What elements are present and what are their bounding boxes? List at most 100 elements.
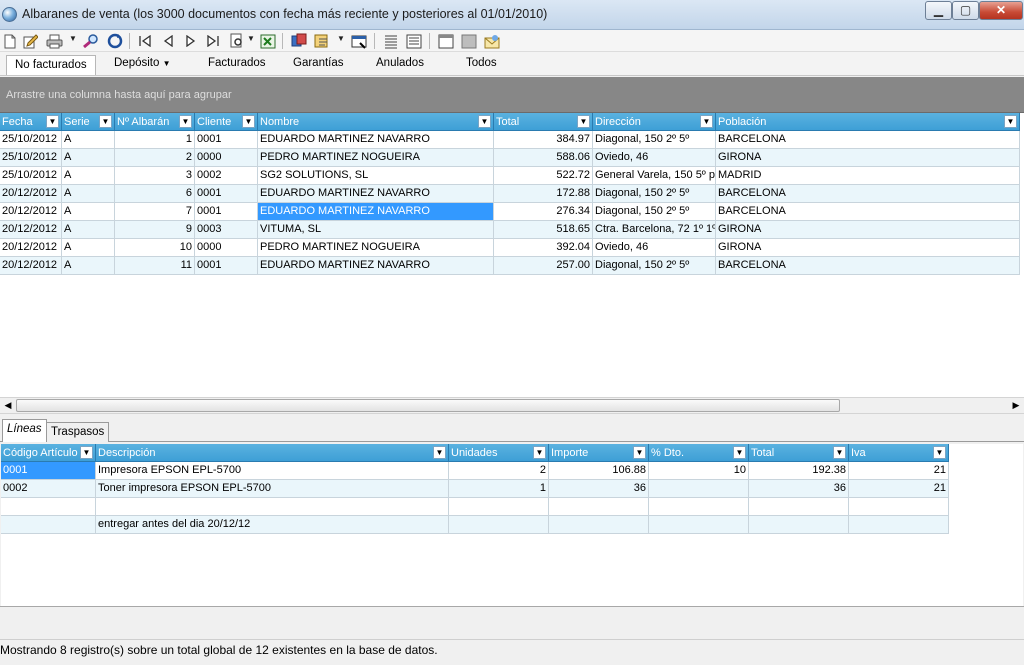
- main_grid-cell[interactable]: 0003: [195, 221, 258, 239]
- lines_grid-column-header[interactable]: Unidades ▼: [449, 444, 549, 462]
- lines_grid-column-header[interactable]: Total ▼: [749, 444, 849, 462]
- main_grid-cell[interactable]: 522.72: [494, 167, 593, 185]
- copy-icon[interactable]: [290, 32, 308, 50]
- next-record-icon[interactable]: [182, 32, 200, 50]
- main_grid-cell[interactable]: BARCELONA: [716, 203, 1020, 221]
- lines_grid-cell[interactable]: [549, 498, 649, 516]
- filter-dropdown-icon[interactable]: ▼: [933, 446, 946, 459]
- refresh-icon[interactable]: [106, 32, 124, 50]
- main_grid-cell[interactable]: A: [62, 149, 115, 167]
- main_grid-cell[interactable]: 518.65: [494, 221, 593, 239]
- lines_grid-cell[interactable]: [549, 516, 649, 534]
- lines_grid-cell[interactable]: 192.38: [749, 462, 849, 480]
- filter-dropdown-icon[interactable]: ▼: [242, 115, 255, 128]
- main_grid-cell[interactable]: 0002: [195, 167, 258, 185]
- main_grid-column-header[interactable]: Dirección ▼: [593, 113, 716, 131]
- lines_grid-column-header[interactable]: Importe ▼: [549, 444, 649, 462]
- lines_grid-cell[interactable]: [96, 498, 449, 516]
- first-record-icon[interactable]: [136, 32, 154, 50]
- tools-dropdown-icon[interactable]: ▼: [337, 34, 345, 43]
- main_grid-cell[interactable]: General Varela, 150 5º pl: [593, 167, 716, 185]
- new-document-icon[interactable]: [1, 32, 19, 50]
- main_grid-cell[interactable]: 0000: [195, 239, 258, 257]
- lines_grid-cell[interactable]: [649, 480, 749, 498]
- columns-icon[interactable]: [382, 32, 400, 50]
- filter-dropdown-icon[interactable]: ▼: [99, 115, 112, 128]
- main_grid-cell[interactable]: A: [62, 203, 115, 221]
- main_grid-column-header[interactable]: Nombre ▼: [258, 113, 494, 131]
- group-by-area[interactable]: Arrastre una columna hasta aquí para agr…: [0, 77, 1024, 113]
- main_grid-cell[interactable]: 588.06: [494, 149, 593, 167]
- main_grid-cell[interactable]: 0001: [195, 203, 258, 221]
- scroll-left-icon[interactable]: ◀: [0, 398, 16, 413]
- preview-icon[interactable]: [228, 32, 246, 50]
- list-icon[interactable]: [405, 32, 423, 50]
- filter-dropdown-icon[interactable]: ▼: [533, 446, 546, 459]
- main_grid-cell[interactable]: 25/10/2012: [0, 167, 62, 185]
- main_grid-cell[interactable]: Diagonal, 150 2º 5º: [593, 185, 716, 203]
- main_grid-cell[interactable]: VITUMA, SL: [258, 221, 494, 239]
- lines_grid-cell[interactable]: [449, 498, 549, 516]
- gray-box-icon[interactable]: [460, 32, 478, 50]
- lines_grid-cell[interactable]: Toner impresora EPSON EPL-5700: [96, 480, 449, 498]
- main_grid-cell[interactable]: Oviedo, 46: [593, 149, 716, 167]
- main_grid-cell[interactable]: Ctra. Barcelona, 72 1º 1º: [593, 221, 716, 239]
- main_grid-cell[interactable]: 6: [115, 185, 195, 203]
- main_grid-cell[interactable]: 10: [115, 239, 195, 257]
- lines_grid-cell[interactable]: [649, 498, 749, 516]
- tab-lineas[interactable]: Líneas: [2, 419, 47, 442]
- filter-dropdown-icon[interactable]: ▼: [46, 115, 59, 128]
- minimize-button[interactable]: ▁: [925, 1, 952, 20]
- lines_grid-cell[interactable]: [1, 498, 96, 516]
- filter-dropdown-icon[interactable]: ▼: [179, 115, 192, 128]
- lines_grid-cell[interactable]: [449, 516, 549, 534]
- print-dropdown-icon[interactable]: ▼: [69, 34, 77, 43]
- main_grid-cell[interactable]: A: [62, 185, 115, 203]
- filter-dropdown-icon[interactable]: ▼: [700, 115, 713, 128]
- main_grid-cell[interactable]: 20/12/2012: [0, 221, 62, 239]
- lines_grid-cell[interactable]: 2: [449, 462, 549, 480]
- main_grid-cell[interactable]: GIRONA: [716, 239, 1020, 257]
- tab-traspasos[interactable]: Traspasos: [46, 422, 110, 442]
- main_grid-cell[interactable]: 20/12/2012: [0, 203, 62, 221]
- filter-dropdown-icon[interactable]: ▼: [577, 115, 590, 128]
- main_grid-column-header[interactable]: Población ▼: [716, 113, 1020, 131]
- tab-facturados[interactable]: Facturados: [208, 57, 266, 69]
- lines_grid-cell[interactable]: [649, 516, 749, 534]
- main_grid-cell[interactable]: A: [62, 131, 115, 149]
- tab-anulados[interactable]: Anulados: [376, 57, 424, 69]
- lines_grid-cell[interactable]: 0002: [1, 480, 96, 498]
- main_grid-cell[interactable]: 3: [115, 167, 195, 185]
- tab-no-facturados[interactable]: No facturados: [6, 55, 96, 75]
- lines_grid-column-header[interactable]: Código Artículo ▼: [1, 444, 96, 462]
- filter-dropdown-icon[interactable]: ▼: [80, 446, 93, 459]
- main_grid-cell[interactable]: 257.00: [494, 257, 593, 275]
- lines_grid-cell[interactable]: [1, 516, 96, 534]
- filter-dropdown-icon[interactable]: ▼: [1004, 115, 1017, 128]
- main_grid-cell[interactable]: Diagonal, 150 2º 5º: [593, 131, 716, 149]
- main_grid-cell[interactable]: GIRONA: [716, 221, 1020, 239]
- lines_grid-cell[interactable]: 0001: [1, 462, 96, 480]
- main_grid-cell[interactable]: 20/12/2012: [0, 239, 62, 257]
- lines_grid-cell[interactable]: [849, 498, 949, 516]
- email-icon[interactable]: [483, 32, 501, 50]
- main_grid-cell[interactable]: BARCELONA: [716, 257, 1020, 275]
- maximize-button[interactable]: ▢: [952, 1, 979, 20]
- main_grid-cell[interactable]: A: [62, 239, 115, 257]
- scroll-thumb[interactable]: [16, 399, 840, 412]
- lines_grid-column-header[interactable]: % Dto. ▼: [649, 444, 749, 462]
- lines_grid-cell[interactable]: 21: [849, 480, 949, 498]
- tools-icon[interactable]: [313, 32, 331, 50]
- lines_grid-cell[interactable]: 36: [549, 480, 649, 498]
- close-button[interactable]: ✕: [979, 1, 1023, 20]
- lines_grid-cell[interactable]: 1: [449, 480, 549, 498]
- filter-dropdown-icon[interactable]: ▼: [633, 446, 646, 459]
- main_grid-cell[interactable]: EDUARDO MARTINEZ NAVARRO: [258, 203, 494, 221]
- tab-deposito[interactable]: Depósito ▼: [114, 57, 171, 69]
- main_grid-cell[interactable]: 0000: [195, 149, 258, 167]
- main_grid-cell[interactable]: EDUARDO MARTINEZ NAVARRO: [258, 131, 494, 149]
- main_grid-cell[interactable]: 276.34: [494, 203, 593, 221]
- main_grid-cell[interactable]: EDUARDO MARTINEZ NAVARRO: [258, 257, 494, 275]
- main_grid-cell[interactable]: A: [62, 257, 115, 275]
- main_grid-cell[interactable]: 0001: [195, 131, 258, 149]
